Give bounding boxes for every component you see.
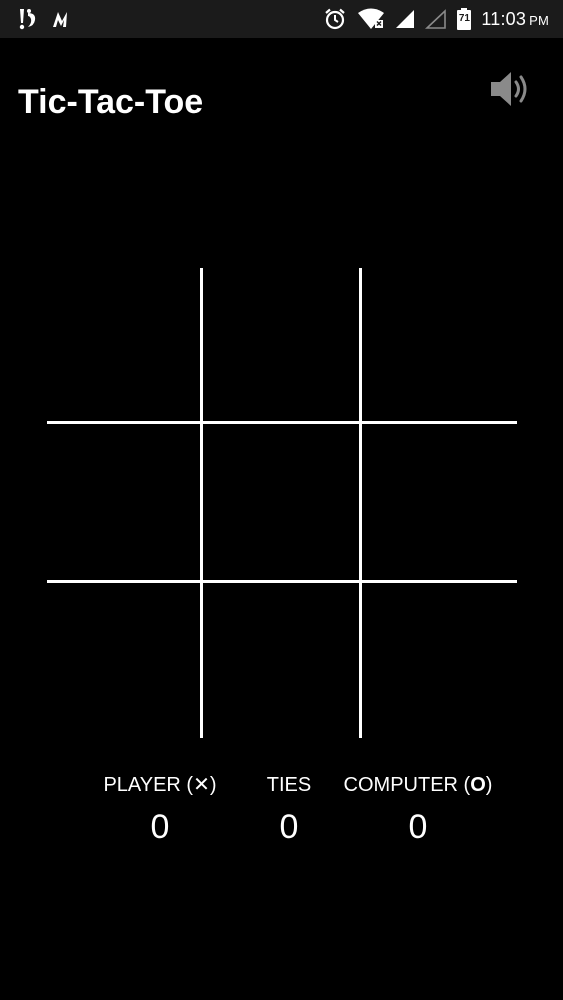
board-cell-8[interactable] (205, 585, 355, 735)
status-right-icons: 71 11:03 PM (323, 6, 549, 32)
signal-icon (395, 9, 415, 29)
wifi-icon (357, 8, 385, 30)
grid-line-vertical-right (359, 268, 362, 738)
o-icon: O (470, 774, 486, 796)
status-clock: 11:03 PM (481, 9, 549, 30)
grid-line-horizontal-top (47, 421, 517, 424)
signal-empty-icon (425, 9, 447, 29)
battery-level: 71 (458, 13, 470, 24)
grid-line-vertical-left (200, 268, 203, 738)
status-bar: 71 11:03 PM (0, 0, 563, 38)
player-label-text: PLAYER ( (103, 774, 194, 796)
volume-icon (487, 66, 533, 117)
battery-icon: 71 (457, 8, 472, 30)
board-cell-4[interactable] (47, 426, 197, 576)
game-board (47, 268, 517, 738)
board-cell-9[interactable] (364, 585, 514, 735)
board-cell-7[interactable] (47, 585, 197, 735)
computer-score-value: 0 (408, 808, 428, 846)
sound-toggle-button[interactable] (484, 66, 536, 116)
clock-time: 11:03 (481, 8, 527, 29)
board-cell-6[interactable] (364, 426, 514, 576)
m-logo-icon (52, 9, 76, 29)
app-title: Tic-Tac-Toe (18, 83, 204, 121)
computer-label-text: COMPUTER ( (343, 774, 471, 796)
board-cell-5[interactable] (205, 426, 355, 576)
board-cell-3[interactable] (364, 268, 514, 418)
grid-line-horizontal-bottom (47, 580, 517, 583)
computer-label-close: ) (485, 774, 493, 796)
board-cell-1[interactable] (47, 268, 197, 418)
alarm-icon (323, 7, 347, 31)
clock-ampm: PM (529, 12, 549, 28)
notification-icon (16, 7, 38, 31)
board-cell-2[interactable] (205, 268, 355, 418)
computer-score-label: COMPUTER (O) (328, 770, 508, 800)
computer-score: COMPUTER (O) 0 (328, 770, 508, 852)
status-left-icons (16, 6, 76, 32)
